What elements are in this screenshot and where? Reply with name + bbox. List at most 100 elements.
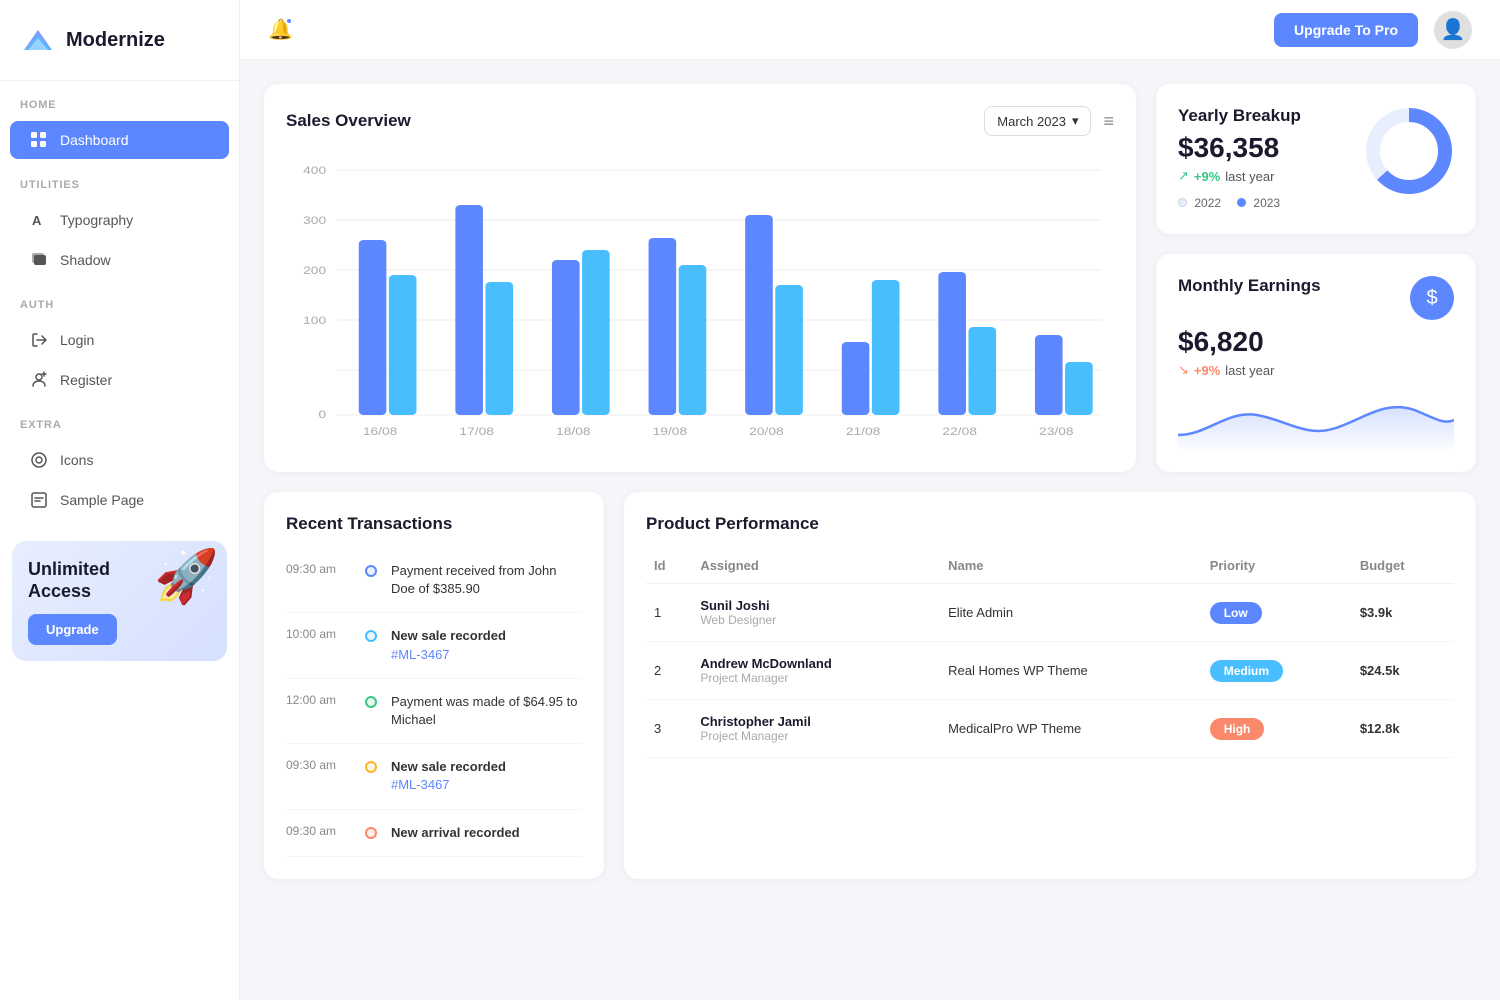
transaction-link[interactable]: #ML-3467 xyxy=(391,777,450,792)
table-row: 1Sunil JoshiWeb DesignerElite AdminLow$3… xyxy=(646,584,1454,642)
sidebar-item-register[interactable]: Register xyxy=(10,361,229,399)
sidebar-item-shadow[interactable]: Shadow xyxy=(10,241,229,279)
donut-svg xyxy=(1364,106,1454,196)
svg-text:21/08: 21/08 xyxy=(846,425,881,437)
transaction-desc: Payment was made of $64.95 to Michael xyxy=(391,693,582,729)
cell-id: 3 xyxy=(646,700,692,758)
svg-text:0: 0 xyxy=(318,408,326,420)
product-table-header-row: Id Assigned Name Priority Budget xyxy=(646,548,1454,584)
sidebar-nav: HOMEDashboardUTILITIESATypographyShadowA… xyxy=(0,81,239,521)
col-name: Name xyxy=(940,548,1202,584)
cell-priority: High xyxy=(1202,700,1352,758)
transaction-dot xyxy=(365,565,377,577)
type-icon: A xyxy=(30,211,48,229)
product-performance-card: Product Performance Id Assigned Name Pri… xyxy=(624,492,1476,879)
upgrade-promo: UnlimitedAccess 🚀 Upgrade xyxy=(12,541,227,661)
cell-product-name: Elite Admin xyxy=(940,584,1202,642)
login-icon xyxy=(30,331,48,349)
transaction-desc: New sale recorded #ML-3467 xyxy=(391,627,506,663)
product-table-body: 1Sunil JoshiWeb DesignerElite AdminLow$3… xyxy=(646,584,1454,758)
svg-text:19/08: 19/08 xyxy=(653,425,688,437)
svg-text:23/08: 23/08 xyxy=(1039,425,1074,437)
transaction-time: 12:00 am xyxy=(286,693,351,707)
sidebar-item-label-dashboard: Dashboard xyxy=(60,132,129,148)
monthly-trend: ↘ +9% last year xyxy=(1178,362,1454,378)
sidebar-logo: Modernize xyxy=(0,0,239,81)
header-right: Upgrade To Pro 👤 xyxy=(1274,11,1472,49)
monthly-top: Monthly Earnings $ xyxy=(1178,276,1454,320)
cell-priority: Medium xyxy=(1202,642,1352,700)
table-row: 2Andrew McDownlandProject ManagerReal Ho… xyxy=(646,642,1454,700)
sidebar-section-label: AUTH xyxy=(0,281,239,319)
assigned-name: Christopher Jamil xyxy=(700,714,932,729)
header-left: 🔔 xyxy=(268,17,293,42)
transaction-time: 09:30 am xyxy=(286,562,351,576)
sample-icon xyxy=(30,491,48,509)
date-filter-button[interactable]: March 2023 ▾ xyxy=(984,106,1091,136)
legend-dot-2023 xyxy=(1237,198,1246,207)
sidebar-item-typography[interactable]: ATypography xyxy=(10,201,229,239)
more-options-button[interactable]: ≡ xyxy=(1103,111,1114,132)
notification-button[interactable]: 🔔 xyxy=(268,17,293,42)
cell-assigned: Christopher JamilProject Manager xyxy=(692,700,940,758)
sparkline-svg xyxy=(1178,390,1454,450)
priority-badge: High xyxy=(1210,718,1265,740)
notification-dot xyxy=(285,17,293,25)
monthly-left: Monthly Earnings xyxy=(1178,276,1321,296)
sidebar-item-login[interactable]: Login xyxy=(10,321,229,359)
register-icon xyxy=(30,371,48,389)
sidebar-item-icons[interactable]: Icons xyxy=(10,441,229,479)
yearly-amount: $36,358 xyxy=(1178,132,1301,164)
cell-assigned: Sunil JoshiWeb Designer xyxy=(692,584,940,642)
cell-assigned: Andrew McDownlandProject Manager xyxy=(692,642,940,700)
cell-id: 2 xyxy=(646,642,692,700)
trend-down-icon: ↘ xyxy=(1178,362,1189,378)
product-title: Product Performance xyxy=(646,514,819,534)
col-priority: Priority xyxy=(1202,548,1352,584)
transaction-bold-text: New sale recorded xyxy=(391,628,506,643)
transaction-dot xyxy=(365,761,377,773)
svg-text:22/08: 22/08 xyxy=(942,425,977,437)
priority-badge: Medium xyxy=(1210,660,1283,682)
transaction-dot xyxy=(365,696,377,708)
sidebar-section-label: UTILITIES xyxy=(0,161,239,199)
upgrade-title: UnlimitedAccess xyxy=(28,559,138,602)
chevron-down-icon: ▾ xyxy=(1072,113,1079,129)
avatar[interactable]: 👤 xyxy=(1434,11,1472,49)
assigned-role: Web Designer xyxy=(700,613,932,627)
upgrade-pro-button[interactable]: Upgrade To Pro xyxy=(1274,13,1418,47)
monthly-earnings-title: Monthly Earnings xyxy=(1178,276,1321,296)
sidebar-section-label: HOME xyxy=(0,81,239,119)
transaction-time: 10:00 am xyxy=(286,627,351,641)
sidebar-item-sample[interactable]: Sample Page xyxy=(10,481,229,519)
yearly-breakup-card: Yearly Breakup $36,358 ↗ +9% last year xyxy=(1156,84,1476,234)
sales-overview-title: Sales Overview xyxy=(286,111,411,131)
bottom-row: Recent Transactions 09:30 amPayment rece… xyxy=(264,492,1476,879)
yearly-breakup-title: Yearly Breakup xyxy=(1178,106,1301,126)
sidebar-item-label-login: Login xyxy=(60,332,94,348)
product-table: Id Assigned Name Priority Budget 1Sunil … xyxy=(646,548,1454,758)
recent-transactions-card: Recent Transactions 09:30 amPayment rece… xyxy=(264,492,604,879)
circle-icon xyxy=(30,451,48,469)
transaction-item: 12:00 am Payment was made of $64.95 to Mi… xyxy=(286,679,582,744)
cell-priority: Low xyxy=(1202,584,1352,642)
grid-icon xyxy=(30,131,48,149)
cell-product-name: Real Homes WP Theme xyxy=(940,642,1202,700)
transaction-dot xyxy=(365,827,377,839)
content-area: Sales Overview March 2023 ▾ ≡ xyxy=(240,60,1500,1000)
transaction-link[interactable]: #ML-3467 xyxy=(391,647,450,662)
col-budget: Budget xyxy=(1352,548,1454,584)
yearly-legend: 2022 2023 xyxy=(1178,196,1454,210)
transactions-title: Recent Transactions xyxy=(286,514,452,534)
legend-dot-2022 xyxy=(1178,198,1187,207)
assigned-role: Project Manager xyxy=(700,729,932,743)
transaction-dot xyxy=(365,630,377,642)
upgrade-button[interactable]: Upgrade xyxy=(28,614,117,645)
transactions-list: 09:30 amPayment received from John Doe o… xyxy=(286,548,582,857)
cell-budget: $3.9k xyxy=(1352,584,1454,642)
monthly-icon: $ xyxy=(1410,276,1454,320)
yearly-trend: ↗ +9% last year xyxy=(1178,168,1301,184)
transaction-time: 09:30 am xyxy=(286,758,351,772)
sidebar-item-dashboard[interactable]: Dashboard xyxy=(10,121,229,159)
sidebar-section-label: EXTRA xyxy=(0,401,239,439)
